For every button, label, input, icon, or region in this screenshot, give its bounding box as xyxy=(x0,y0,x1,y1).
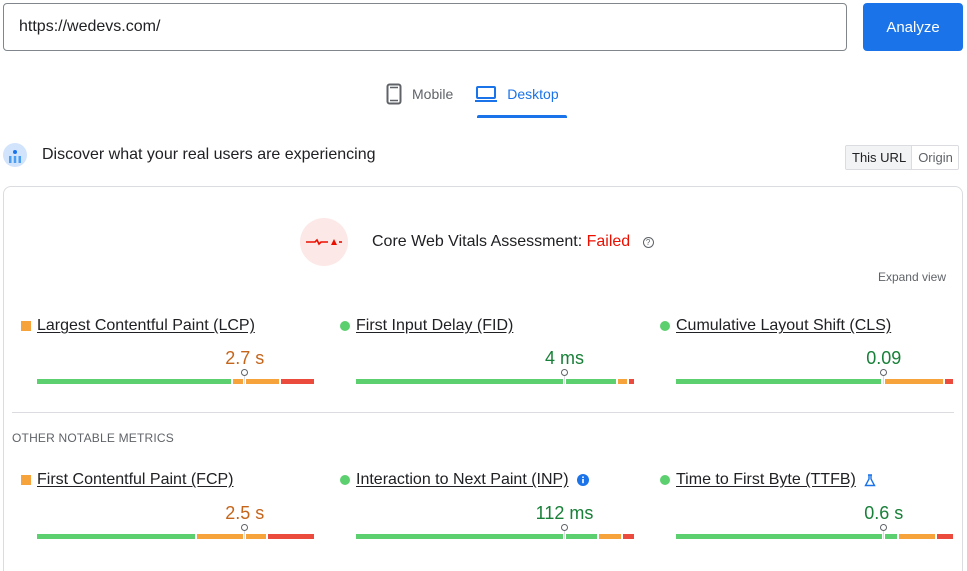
metric-ttfb: Time to First Byte (TTFB) 0.6 s xyxy=(660,471,953,544)
metric-value: 2.7 s xyxy=(225,348,265,368)
analyze-button[interactable]: Analyze xyxy=(863,3,963,51)
info-icon[interactable] xyxy=(576,474,589,486)
good-segment xyxy=(37,534,196,539)
metric-name-link[interactable]: Largest Contentful Paint (LCP) xyxy=(37,317,255,335)
field-data-header: Discover what your real users are experi… xyxy=(3,143,375,167)
metric-name-link[interactable]: Interaction to Next Paint (INP) xyxy=(356,471,569,489)
distribution-bar xyxy=(37,524,314,539)
p75-marker xyxy=(880,369,888,384)
expand-view-link[interactable]: Expand view xyxy=(878,270,946,284)
metric-header: Cumulative Layout Shift (CLS) xyxy=(660,317,940,335)
p75-marker xyxy=(880,524,888,539)
core-web-vitals-card: Core Web Vitals Assessment: Failed ? Exp… xyxy=(3,186,963,571)
metric-lcp: Largest Contentful Paint (LCP) 2.7 s xyxy=(21,317,314,389)
distribution-bar xyxy=(356,524,634,539)
metric-fid: First Input Delay (FID) 4 ms xyxy=(340,317,634,389)
tab-desktop-label: Desktop xyxy=(507,86,559,102)
metric-inp: Interaction to Next Paint (INP) 112 ms xyxy=(340,471,634,544)
distribution-bar xyxy=(676,369,953,384)
p75-marker xyxy=(561,524,568,539)
experimental-flask-icon[interactable] xyxy=(864,473,876,487)
needs-improvement-status-icon xyxy=(21,321,31,331)
metric-name-link[interactable]: First Input Delay (FID) xyxy=(356,317,513,335)
marker-stem xyxy=(882,531,886,539)
metric-header: Largest Contentful Paint (LCP) xyxy=(21,317,301,335)
scope-toggle: This URL Origin xyxy=(845,145,959,170)
marker-head xyxy=(561,369,568,376)
marker-stem xyxy=(243,376,247,384)
assessment-text: Core Web Vitals Assessment: Failed ? xyxy=(372,233,654,251)
marker-head xyxy=(561,524,568,531)
marker-head xyxy=(241,524,249,531)
laptop-icon xyxy=(475,86,498,102)
needs-improvement-segment xyxy=(599,534,622,539)
origin-button[interactable]: Origin xyxy=(912,146,958,169)
smartphone-icon xyxy=(386,83,402,105)
p75-marker xyxy=(241,524,249,539)
good-status-icon xyxy=(340,475,350,485)
good-segment xyxy=(676,534,898,539)
tab-mobile[interactable]: Mobile xyxy=(380,78,459,110)
help-icon[interactable]: ? xyxy=(642,237,654,248)
needs-improvement-segment xyxy=(899,534,935,539)
marker-stem xyxy=(243,531,247,539)
other-metrics-label: OTHER NOTABLE METRICS xyxy=(12,431,174,445)
section-divider xyxy=(12,412,954,413)
good-status-icon xyxy=(660,321,670,331)
needs-improvement-segment xyxy=(882,379,943,384)
poor-segment xyxy=(936,534,953,539)
good-segment xyxy=(676,379,881,384)
metric-fcp: First Contentful Paint (FCP) 2.5 s xyxy=(21,471,314,544)
failed-badge xyxy=(300,218,348,266)
marker-stem xyxy=(882,376,886,384)
needs-improvement-segment xyxy=(232,379,280,384)
distribution-bar xyxy=(37,369,314,384)
url-input[interactable] xyxy=(3,3,847,51)
marker-head xyxy=(880,524,888,531)
good-status-icon xyxy=(660,475,670,485)
tab-mobile-label: Mobile xyxy=(412,86,454,102)
good-segment xyxy=(37,379,231,384)
metric-value: 112 ms xyxy=(535,503,594,523)
this-url-button[interactable]: This URL xyxy=(846,146,913,169)
field-data-title: Discover what your real users are experi… xyxy=(42,146,376,163)
poor-segment xyxy=(281,379,314,384)
metric-value: 2.5 s xyxy=(225,503,265,523)
metric-name-link[interactable]: First Contentful Paint (FCP) xyxy=(37,471,234,489)
device-tabs: Mobile Desktop xyxy=(380,78,575,120)
needs-improvement-status-icon xyxy=(21,475,31,485)
good-segment xyxy=(356,379,617,384)
needs-improvement-segment xyxy=(197,534,266,539)
metric-name-link[interactable]: Cumulative Layout Shift (CLS) xyxy=(676,317,891,335)
metric-header: First Input Delay (FID) xyxy=(340,317,620,335)
p75-marker xyxy=(561,369,568,384)
metric-value: 0.6 s xyxy=(864,503,904,523)
assessment-status: Failed xyxy=(586,233,631,250)
needs-improvement-segment xyxy=(618,379,627,384)
poor-segment xyxy=(944,379,953,384)
marker-head xyxy=(880,369,888,376)
poor-segment xyxy=(628,379,634,384)
tab-desktop[interactable]: Desktop xyxy=(469,78,567,118)
poor-segment xyxy=(267,534,314,539)
marker-stem xyxy=(563,376,566,384)
p75-marker xyxy=(241,369,249,384)
metric-cls: Cumulative Layout Shift (CLS) 0.09 xyxy=(660,317,953,389)
metric-value: 0.09 xyxy=(866,348,902,368)
poor-segment xyxy=(623,534,634,539)
marker-head xyxy=(241,369,249,376)
real-users-icon xyxy=(3,143,27,167)
metric-value: 4 ms xyxy=(544,348,584,368)
cwv-assessment: Core Web Vitals Assessment: Failed ? xyxy=(300,218,654,266)
assessment-label: Core Web Vitals Assessment: xyxy=(372,233,583,250)
failed-pulse-icon xyxy=(306,238,342,246)
metric-name-link[interactable]: Time to First Byte (TTFB) xyxy=(676,471,856,489)
metric-header: Interaction to Next Paint (INP) xyxy=(340,471,620,489)
distribution-bar xyxy=(676,524,953,539)
metric-header: Time to First Byte (TTFB) xyxy=(660,471,940,489)
distribution-bar xyxy=(356,369,634,384)
metric-header: First Contentful Paint (FCP) xyxy=(21,471,301,489)
marker-stem xyxy=(563,531,566,539)
good-status-icon xyxy=(340,321,350,331)
